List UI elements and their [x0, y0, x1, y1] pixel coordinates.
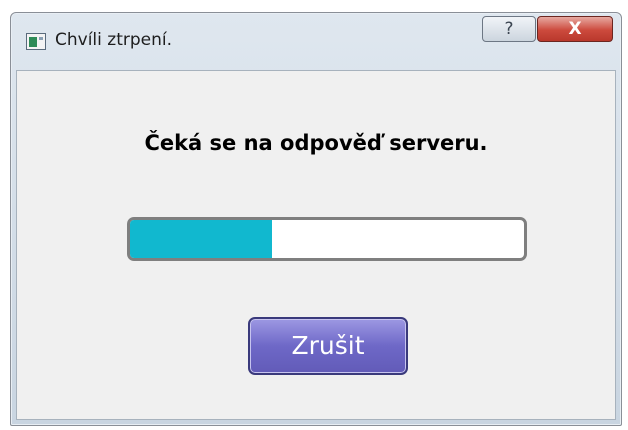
app-icon — [26, 33, 46, 50]
dialog-window: Chvíli ztrpení. ? X Čeká se na odpověď s… — [10, 12, 622, 426]
cancel-button[interactable]: Zrušit — [248, 317, 408, 375]
dialog-content: Čeká se na odpověď serveru. Zrušit — [16, 70, 616, 420]
window-title: Chvíli ztrpení. — [55, 30, 173, 50]
help-button[interactable]: ? — [482, 16, 536, 42]
status-message: Čeká se na odpověď serveru. — [144, 131, 488, 155]
question-mark-icon: ? — [504, 19, 514, 39]
title-bar[interactable]: Chvíli ztrpení. ? X — [11, 13, 621, 69]
close-button[interactable]: X — [537, 16, 613, 42]
close-icon: X — [568, 19, 582, 39]
progress-bar-fill — [130, 220, 272, 258]
progress-bar — [127, 217, 527, 261]
